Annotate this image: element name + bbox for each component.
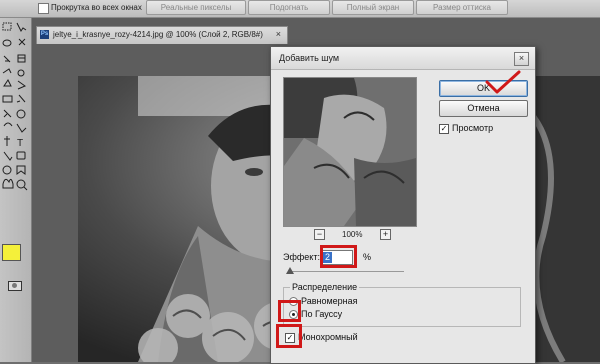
amount-unit: % xyxy=(363,252,372,262)
quick-mask-icon[interactable] xyxy=(8,281,22,291)
tool-icons: T xyxy=(2,22,28,191)
cancel-button[interactable]: Отмена xyxy=(439,100,528,117)
amount-highlight-box xyxy=(320,245,357,268)
close-document-icon[interactable]: × xyxy=(276,29,281,39)
photoshop-doc-icon: Ps xyxy=(40,30,49,39)
toolbox: T xyxy=(0,18,32,362)
dialog-close-button[interactable]: × xyxy=(514,52,529,66)
preview-checkbox[interactable]: ✓ xyxy=(439,124,449,134)
amount-label: Эффект: xyxy=(283,252,320,262)
ok-checkmark-annotation xyxy=(485,70,521,94)
document-title: jeltye_i_krasnye_rozy-4214.jpg @ 100% (С… xyxy=(53,30,263,39)
full-screen-button[interactable]: Полный экран xyxy=(332,0,414,15)
distribution-label: Распределение xyxy=(290,282,360,292)
foreground-color-swatch[interactable] xyxy=(2,244,21,261)
gaussian-label: По Гауссу xyxy=(301,309,343,319)
gaussian-highlight-box xyxy=(278,300,301,322)
uniform-label: Равномерная xyxy=(301,296,358,306)
dialog-titlebar[interactable]: Добавить шум × xyxy=(271,47,535,70)
amount-slider-thumb[interactable] xyxy=(286,267,294,274)
preview-image xyxy=(284,78,416,226)
distribution-group: Распределение xyxy=(283,282,521,327)
document-tab[interactable]: Ps jeltye_i_krasnye_rozy-4214.jpg @ 100%… xyxy=(36,26,288,44)
zoom-out-button[interactable]: − xyxy=(314,229,325,240)
monochrome-label: Монохромный xyxy=(298,332,358,342)
svg-text:T: T xyxy=(17,138,23,149)
fit-screen-button[interactable]: Подогнать xyxy=(248,0,330,15)
print-size-button[interactable]: Размер оттиска xyxy=(416,0,508,15)
zoom-in-button[interactable]: + xyxy=(380,229,391,240)
preview-label: Просмотр xyxy=(452,123,494,133)
monochrome-highlight-box xyxy=(276,324,302,348)
scroll-all-windows-checkbox[interactable] xyxy=(38,3,49,14)
zoom-level: 100% xyxy=(342,230,363,239)
actual-pixels-button[interactable]: Реальные пикселы xyxy=(146,0,246,15)
amount-slider[interactable] xyxy=(286,267,404,274)
filter-preview[interactable] xyxy=(283,77,417,227)
options-bar: Прокрутка во всех окнах Реальные пикселы… xyxy=(0,0,600,18)
scroll-all-windows-label: Прокрутка во всех окнах xyxy=(51,3,142,12)
dialog-title: Добавить шум xyxy=(279,53,340,63)
